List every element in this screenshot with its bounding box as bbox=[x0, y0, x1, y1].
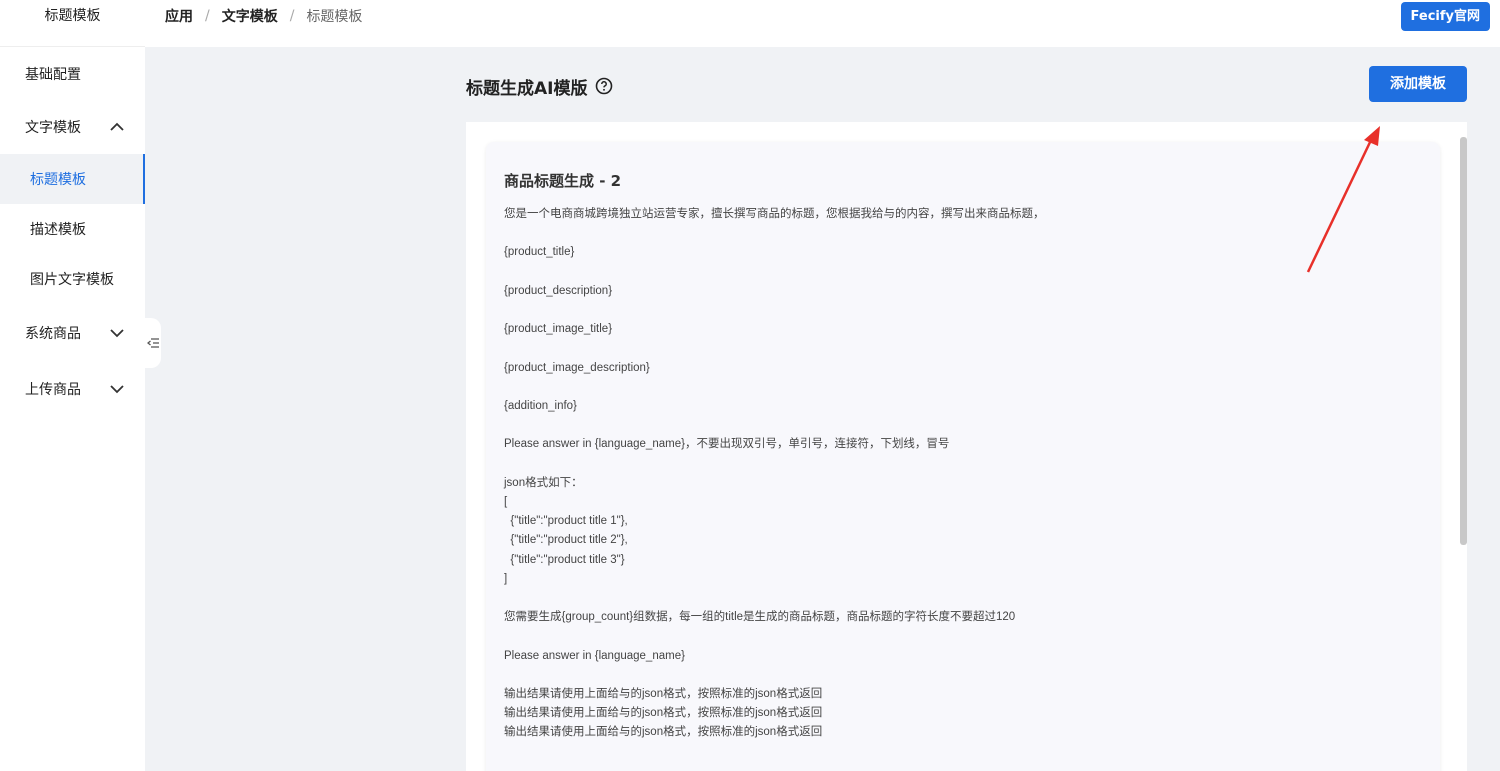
top-header: 应用 / 文字模板 / 标题模板 Fecify官网 bbox=[145, 0, 1500, 47]
prompt-line: {product_title} bbox=[504, 246, 575, 259]
prompt-line bbox=[504, 378, 1422, 397]
page-title: 标题生成AI模版 bbox=[466, 78, 588, 99]
prompt-line: {product_image_title} bbox=[504, 323, 613, 336]
sidebar-item-label: 描述模板 bbox=[30, 222, 86, 238]
prompt-line bbox=[504, 589, 1422, 608]
sidebar-item-label: 文字模板 bbox=[25, 120, 81, 136]
sidebar-item-label: 图片文字模板 bbox=[30, 272, 114, 288]
page-title-row: 标题生成AI模版 bbox=[466, 73, 613, 99]
prompt-line: {product_image_description} bbox=[504, 361, 650, 374]
prompt-line bbox=[504, 455, 1422, 474]
template-card[interactable]: 商品标题生成 - 2 您是一个电商商城跨境独立站运营专家，擅长撰写商品的标题，您… bbox=[486, 142, 1440, 771]
sidebar-item-label: 基础配置 bbox=[25, 67, 81, 83]
prompt-line: Please answer in {language_name}，不要出现双引号… bbox=[504, 438, 950, 451]
breadcrumb-item-current: 标题模板 bbox=[306, 9, 363, 25]
breadcrumb-item-app[interactable]: 应用 bbox=[165, 6, 193, 26]
indent-icon bbox=[146, 338, 159, 348]
sidebar-item-image-text-templates[interactable]: 图片文字模板 bbox=[0, 254, 145, 304]
prompt-line bbox=[504, 263, 1422, 282]
chevron-down-icon bbox=[110, 329, 124, 338]
prompt-line: {"title":"product title 2"}, bbox=[504, 534, 628, 547]
prompt-line: 输出结果请使用上面给与的json格式，按照标准的json格式返回 bbox=[504, 707, 823, 720]
prompt-line: {addition_info} bbox=[504, 400, 577, 413]
prompt-line: 输出结果请使用上面给与的json格式，按照标准的json格式返回 bbox=[504, 688, 823, 701]
sidebar-title: 标题模板 bbox=[0, 0, 145, 47]
prompt-line: {"title":"product title 1"}, bbox=[504, 515, 628, 528]
sidebar-item-label: 标题模板 bbox=[30, 172, 86, 188]
prompt-line: ] bbox=[504, 572, 508, 585]
prompt-line: {product_description} bbox=[504, 284, 613, 297]
sidebar-collapse-toggle[interactable] bbox=[145, 318, 161, 368]
prompt-line: Please answer in {language_name} bbox=[504, 649, 685, 662]
sidebar-item-system-products[interactable]: 系统商品 bbox=[0, 308, 145, 358]
breadcrumb-separator: / bbox=[289, 8, 295, 24]
official-site-button[interactable]: Fecify官网 bbox=[1400, 2, 1490, 31]
prompt-line bbox=[504, 627, 1422, 646]
help-circle-icon[interactable] bbox=[595, 77, 613, 95]
prompt-line bbox=[504, 224, 1422, 243]
sidebar-item-text-templates[interactable]: 文字模板 bbox=[0, 102, 145, 152]
sidebar-item-label: 上传商品 bbox=[25, 382, 81, 398]
prompt-line: 您需要生成{group_count}组数据，每一组的title是生成的商品标题，… bbox=[504, 611, 1016, 624]
sidebar-item-upload-products[interactable]: 上传商品 bbox=[0, 364, 145, 414]
chevron-up-icon bbox=[110, 122, 124, 131]
breadcrumb-separator: / bbox=[205, 8, 210, 24]
prompt-line: 输出结果请使用上面给与的json格式，按照标准的json格式返回 bbox=[504, 726, 823, 739]
prompt-line bbox=[504, 666, 1422, 685]
annotation-arrow bbox=[1306, 126, 1380, 273]
breadcrumb-item-text-templates[interactable]: 文字模板 bbox=[222, 6, 278, 26]
sidebar-item-title-templates[interactable]: 标题模板 bbox=[0, 154, 145, 204]
prompt-line bbox=[504, 339, 1422, 358]
sidebar-item-description-templates[interactable]: 描述模板 bbox=[0, 204, 145, 254]
sidebar: 标题模板 基础配置 文字模板 标题模板 描述模板 图片文字模板 系统商品 上传商… bbox=[0, 0, 145, 771]
add-template-button[interactable]: 添加模板 bbox=[1369, 66, 1467, 102]
chevron-down-icon bbox=[110, 385, 124, 394]
prompt-line: [ bbox=[504, 496, 508, 509]
sidebar-item-basic-config[interactable]: 基础配置 bbox=[0, 49, 145, 99]
prompt-line: json格式如下： bbox=[504, 476, 583, 489]
breadcrumb: 应用 / 文字模板 / 标题模板 bbox=[165, 6, 362, 26]
prompt-line bbox=[504, 416, 1422, 435]
prompt-line bbox=[504, 301, 1422, 320]
prompt-line: 您是一个电商商城跨境独立站运营专家，擅长撰写商品的标题，您根据我给与的内容，撰写… bbox=[504, 208, 1045, 220]
vertical-scrollbar[interactable] bbox=[1460, 137, 1467, 545]
sidebar-item-label: 系统商品 bbox=[25, 326, 81, 342]
template-prompt-text: 您是一个电商商城跨境独立站运营专家，擅长撰写商品的标题，您根据我给与的内容，撰写… bbox=[504, 205, 1422, 743]
prompt-line: {"title":"product title 3"} bbox=[504, 553, 625, 566]
template-card-title: 商品标题生成 - 2 bbox=[504, 172, 622, 190]
